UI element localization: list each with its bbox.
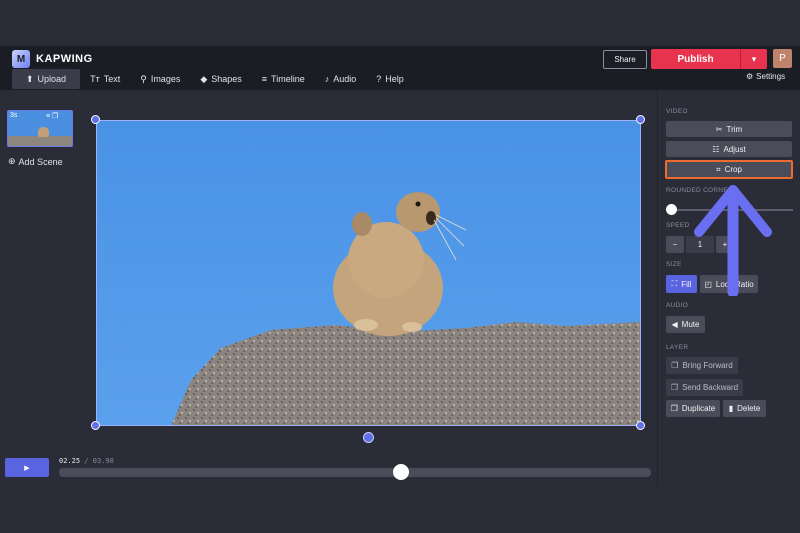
upload-icon: ⬆	[26, 73, 34, 84]
tab-shapes[interactable]: ◆ Shapes	[190, 69, 251, 89]
publish-button[interactable]: Publish	[651, 49, 740, 69]
text-icon: Tт	[90, 74, 100, 84]
video-frame-image	[96, 120, 641, 426]
tab-upload-label: Upload	[37, 74, 67, 84]
thumbnail-rock	[8, 136, 72, 146]
duplicate-button[interactable]: ❐ Duplicate	[666, 400, 720, 417]
speed-section-label: SPEED	[666, 222, 690, 229]
gear-icon: ⚙	[746, 72, 754, 81]
plus-circle-icon: ⊕	[8, 156, 16, 166]
timeline-playhead[interactable]	[392, 464, 409, 480]
window-top-strip	[0, 0, 800, 46]
resize-handle-bottom-right[interactable]	[636, 421, 645, 430]
resize-handle-top-left[interactable]	[91, 115, 100, 124]
delete-label: Delete	[737, 404, 761, 413]
playback-bar	[0, 445, 657, 486]
tab-text-label: Text	[103, 74, 121, 84]
adjust-button[interactable]: ☷ Adjust	[666, 141, 792, 157]
tab-timeline-label: Timeline	[271, 74, 305, 84]
sliders-icon: ☷	[712, 144, 720, 154]
add-scene-label: Add Scene	[18, 156, 63, 167]
tab-images[interactable]: ⚲ Images	[130, 69, 190, 89]
video-section-label: VIDEO	[666, 108, 688, 115]
delete-button[interactable]: ▮ Delete	[723, 400, 766, 417]
app-logo[interactable]: M KAPWING	[12, 50, 93, 68]
send-backward-button[interactable]: ❐ Send Backward	[666, 379, 743, 396]
toolbar-tabs: ⬆ Upload Tт Text ⚲ Images ◆ Shapes ≡ Tim…	[12, 69, 414, 89]
tab-upload[interactable]: ⬆ Upload	[12, 69, 81, 89]
time-separator: /	[84, 457, 89, 465]
search-icon: ⚲	[140, 73, 147, 84]
fill-label: Fill	[681, 279, 692, 289]
send-backward-label: Send Backward	[682, 383, 739, 392]
bring-forward-label: Bring Forward	[682, 361, 733, 370]
scene-duration: 3s	[10, 112, 18, 119]
tab-shapes-label: Shapes	[211, 74, 242, 84]
tab-audio-label: Audio	[333, 74, 357, 84]
current-time: 02.25	[59, 457, 81, 465]
total-time: 03.90	[92, 457, 114, 465]
expand-icon: ⛶	[671, 279, 678, 288]
rotate-handle[interactable]	[363, 432, 374, 443]
video-layer[interactable]	[96, 120, 641, 426]
timeline-scrubber[interactable]	[59, 468, 651, 477]
publish-dropdown-button[interactable]: ▾	[740, 49, 767, 69]
trim-button[interactable]: ✂ Trim	[666, 121, 792, 137]
playback-time: 02.25 / 03.90	[59, 457, 114, 465]
bring-forward-icon: ❐	[671, 361, 679, 370]
scene-duplicate-icon[interactable]: ❐	[52, 113, 58, 120]
avatar[interactable]: P	[773, 49, 792, 68]
app-name: KAPWING	[36, 53, 93, 65]
speed-decrease-button[interactable]: −	[666, 236, 684, 253]
trash-icon: ▮	[728, 404, 734, 413]
adjust-label: Adjust	[723, 144, 746, 154]
layer-section-label: LAYER	[666, 344, 689, 351]
add-scene-button[interactable]: ⊕ Add Scene	[8, 156, 63, 167]
bring-forward-button[interactable]: ❐ Bring Forward	[666, 357, 738, 374]
tab-audio[interactable]: ♪ Audio	[315, 69, 367, 89]
crop-button[interactable]: ⌗ Crop	[665, 160, 793, 179]
speaker-icon: ◀	[671, 320, 678, 329]
music-note-icon: ♪	[324, 74, 330, 84]
scene-actions: ≡ ❐	[46, 112, 58, 120]
scissors-icon: ✂	[715, 124, 723, 134]
settings-label: Settings	[756, 72, 786, 81]
footer-area	[0, 486, 800, 533]
duplicate-label: Duplicate	[681, 404, 716, 413]
send-backward-icon: ❐	[670, 383, 679, 392]
timeline-icon: ≡	[261, 74, 268, 84]
tab-help[interactable]: ? Help	[366, 69, 414, 89]
tab-help-label: Help	[385, 74, 404, 84]
publish-button-group: Publish ▾	[651, 49, 767, 69]
scene-settings-icon[interactable]: ≡	[46, 113, 50, 120]
help-icon: ?	[376, 74, 382, 84]
tutorial-arrow-icon	[694, 185, 772, 296]
size-section-label: SIZE	[666, 261, 682, 268]
mute-button[interactable]: ◀ Mute	[666, 316, 705, 333]
crop-icon: ⌗	[716, 164, 721, 174]
shapes-icon: ◆	[200, 73, 208, 84]
chevron-down-icon: ▾	[751, 53, 757, 64]
tab-text[interactable]: Tт Text	[80, 69, 130, 89]
share-button[interactable]: Share	[603, 50, 647, 69]
play-icon: ▶	[24, 464, 30, 472]
resize-handle-bottom-left[interactable]	[91, 421, 100, 430]
play-button[interactable]: ▶	[5, 458, 49, 477]
settings-button[interactable]: ⚙ Settings	[746, 72, 785, 81]
tab-timeline[interactable]: ≡ Timeline	[252, 69, 315, 89]
thumbnail-animal	[38, 127, 49, 137]
crop-label: Crop	[724, 165, 742, 174]
resize-handle-top-right[interactable]	[636, 115, 645, 124]
duplicate-icon: ❐	[670, 404, 678, 413]
mute-label: Mute	[681, 320, 700, 329]
tab-images-label: Images	[150, 74, 181, 84]
trim-label: Trim	[726, 124, 743, 134]
rounded-corners-slider-knob[interactable]	[666, 204, 677, 215]
kapwing-logo-icon: M	[12, 50, 30, 68]
audio-section-label: AUDIO	[666, 302, 689, 309]
